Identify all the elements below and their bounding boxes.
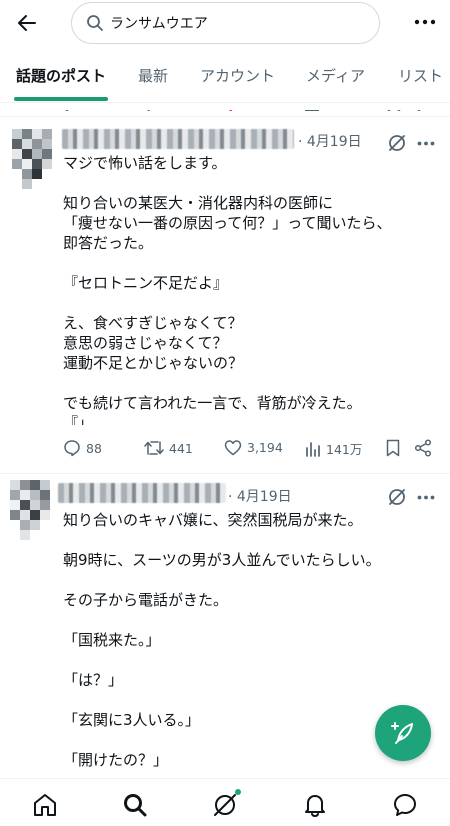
view-count: 141万	[326, 442, 363, 457]
nav-explore[interactable]	[121, 791, 149, 819]
post-text-line: 『セロトニン不足だよ』	[63, 274, 229, 292]
compose-post-button[interactable]	[375, 705, 431, 761]
more-horizontal-icon	[414, 19, 436, 25]
bookmark-icon	[386, 439, 400, 457]
bottom-navigation	[0, 778, 450, 826]
nav-home[interactable]	[31, 791, 59, 819]
previous-post-actions-partial	[0, 103, 450, 111]
post[interactable]: · 4月19日 マジで怖い話をします。 知り合いの某医大・消化器内科の医師に 「…	[0, 117, 450, 473]
post-date[interactable]: · 4月19日	[298, 131, 362, 151]
post-text-line: 朝9時に、スーツの男が3人並んでいたらしい。	[63, 551, 381, 569]
search-icon	[86, 14, 104, 32]
tab-lists[interactable]: リスト	[398, 65, 443, 86]
nav-messages[interactable]	[391, 791, 419, 819]
post-text-line: 運動不足とかじゃないの？	[63, 354, 244, 372]
back-button[interactable]	[12, 8, 42, 38]
post-date[interactable]: · 4月19日	[228, 486, 292, 506]
search-icon	[124, 794, 147, 817]
search-bar[interactable]	[71, 2, 380, 44]
repost-count: 441	[169, 440, 193, 456]
post-text-line: 即答だった。	[63, 234, 154, 252]
grok-icon	[389, 135, 405, 151]
more-horizontal-icon	[417, 141, 435, 145]
active-tab-indicator	[14, 97, 108, 101]
like-button[interactable]: 3,194	[224, 439, 283, 456]
share-icon	[414, 439, 432, 457]
post-text-line: え、食べすぎじゃなくて？	[63, 314, 243, 332]
message-bubble-icon	[394, 794, 416, 816]
tab-top-posts[interactable]: 話題のポスト	[16, 65, 106, 86]
reply-count: 88	[86, 440, 102, 456]
post-text-line: 「玄関に3人いる。」	[63, 711, 201, 729]
post-text-line: 「は？」	[63, 671, 124, 689]
tab-latest[interactable]: 最新	[138, 65, 168, 86]
post-text-line: その子から電話がきた。	[63, 591, 229, 609]
nav-grok[interactable]	[211, 789, 241, 819]
author-name-blurred[interactable]	[62, 129, 294, 149]
post-text-line: マジで怖い話をします。	[63, 154, 227, 172]
post-text-line: 知り合いの某医大・消化器内科の医師に	[63, 194, 334, 212]
views-button[interactable]: 141万	[305, 439, 362, 458]
bookmark-button[interactable]	[386, 439, 405, 457]
bell-icon	[305, 795, 325, 818]
repost-button[interactable]: 441	[144, 439, 193, 457]
post-text-line: 意思の弱さじゃなくて？	[63, 334, 228, 352]
share-button[interactable]	[414, 439, 437, 457]
more-options-button[interactable]	[411, 12, 439, 32]
post-text-line: 「国税来た。」	[63, 631, 161, 649]
post-text-line: 「開けたの？」	[63, 751, 169, 769]
post-text-line: でも続けて言われた一言で、背筋が冷えた。	[63, 394, 362, 412]
more-horizontal-icon	[417, 495, 435, 499]
bar-chart-icon	[306, 441, 320, 457]
reply-button[interactable]: 88	[63, 439, 102, 457]
post-more-button[interactable]	[414, 488, 438, 506]
post-actions: 88 441 3,194 141万	[0, 439, 450, 463]
grok-button[interactable]	[386, 132, 408, 154]
grok-icon	[214, 794, 236, 816]
like-count: 3,194	[247, 440, 283, 455]
avatar[interactable]	[10, 480, 50, 540]
post-text-line: 知り合いのキャバ嬢に、突然国税局が来た。	[63, 511, 363, 529]
post-more-button[interactable]	[414, 134, 438, 152]
repost-icon	[144, 441, 164, 455]
search-input[interactable]	[110, 15, 350, 31]
home-icon	[34, 794, 56, 816]
notification-dot	[235, 789, 241, 795]
avatar[interactable]	[12, 129, 52, 189]
post-text-line: 『」	[63, 414, 94, 425]
feather-plus-icon	[391, 722, 413, 744]
top-bar	[0, 0, 450, 48]
tab-accounts[interactable]: アカウント	[200, 65, 275, 86]
nav-notifications[interactable]	[301, 791, 329, 819]
post-text-line: 「痩せない一番の原因って何？」って聞いたら、	[63, 214, 392, 232]
heart-icon	[224, 440, 242, 456]
grok-icon	[389, 489, 405, 505]
search-tabs: 話題のポスト 最新 アカウント メディア リスト	[0, 52, 450, 102]
author-name-blurred[interactable]	[58, 483, 226, 503]
tab-media[interactable]: メディア	[306, 65, 365, 86]
reply-icon	[64, 440, 80, 457]
grok-button[interactable]	[386, 486, 408, 508]
arrow-left-icon	[18, 15, 36, 31]
